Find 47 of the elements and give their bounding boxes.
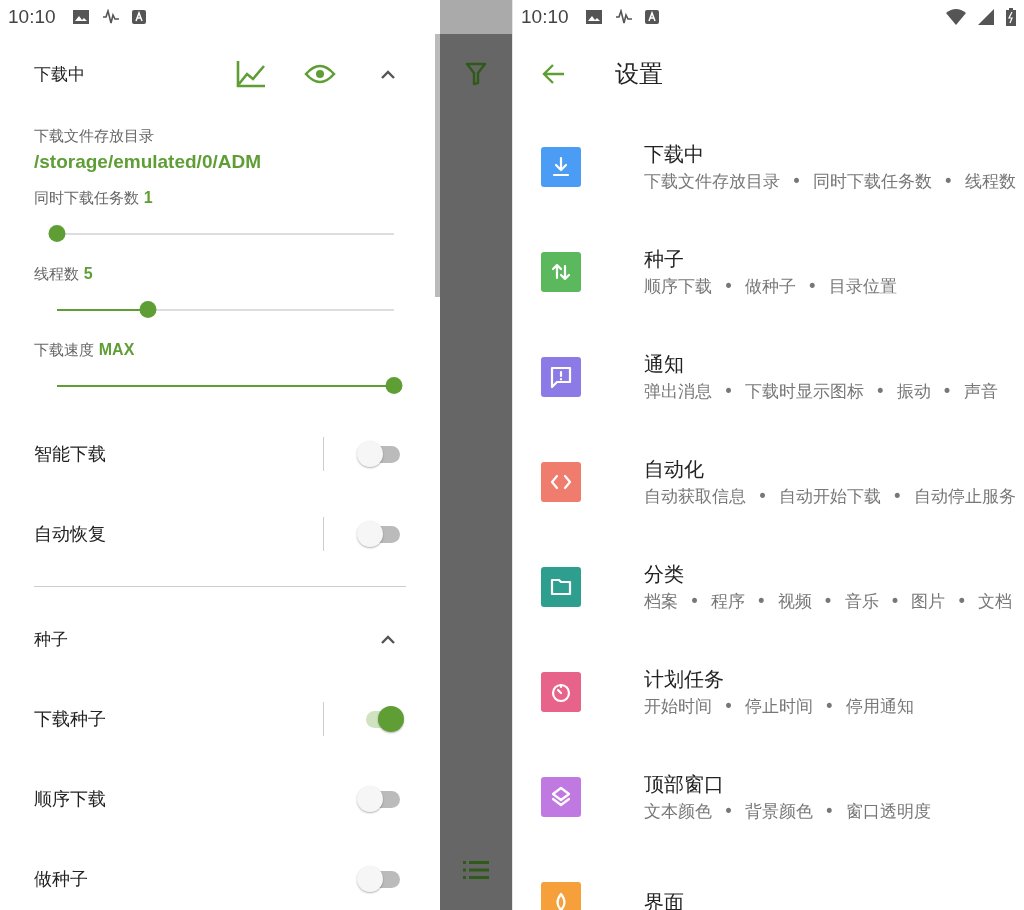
letter-icon: [131, 10, 146, 24]
settings-category-title[interactable]: 顶部窗口: [644, 769, 724, 798]
pulse-icon: [614, 9, 633, 25]
collapse-chevron-icon[interactable]: [380, 634, 396, 644]
chart-icon[interactable]: [236, 60, 266, 88]
setting-value: MAX: [98, 341, 135, 358]
signal-icon: [978, 9, 994, 25]
settings-category-summary: 文本颜色 • 背景颜色 • 窗口透明度: [644, 799, 932, 823]
image-icon: [71, 9, 90, 25]
settings-category-summary: 自动获取信息 • 自动开始下载 • 自动停止服务: [644, 484, 1017, 508]
status-time: 10:10: [8, 6, 56, 28]
letter-icon: [644, 10, 659, 24]
collapse-chevron-icon[interactable]: [380, 69, 396, 79]
status-time: 10:10: [521, 6, 569, 28]
settings-category-title[interactable]: 计划任务: [644, 664, 724, 693]
settings-category-summary: 顺序下载 • 做种子 • 目录位置: [644, 274, 898, 298]
settings-category-summary: 下载文件存放目录 • 同时下载任务数 • 线程数: [644, 169, 1017, 193]
settings-category-summary: 弹出消息 • 下载时显示图标 • 振动 • 声音: [644, 379, 999, 403]
setting-label: 智能下载: [34, 442, 107, 466]
setting-value: 1: [143, 189, 153, 206]
eye-icon[interactable]: [304, 64, 336, 84]
settings-category-title[interactable]: 分类: [644, 559, 684, 588]
battery-icon: [1006, 8, 1016, 26]
setting-label: 下载种子: [34, 707, 107, 731]
settings-category-title[interactable]: 种子: [644, 244, 684, 273]
setting-label: 自动恢复: [34, 522, 107, 546]
back-arrow-icon[interactable]: [541, 63, 565, 85]
setting-label: 下载速度: [34, 341, 94, 359]
status-bar-strip: [440, 0, 512, 34]
pulse-icon: [101, 9, 120, 25]
scrollbar[interactable]: [435, 34, 440, 297]
section-title: 下载中: [34, 62, 86, 86]
settings-category-title[interactable]: 通知: [644, 349, 684, 378]
page-title: 设置: [615, 59, 663, 90]
setting-value: 5: [83, 265, 93, 282]
setting-label: 同时下载任务数: [34, 189, 139, 207]
settings-category-title[interactable]: 自动化: [644, 454, 704, 483]
setting-label: 顺序下载: [34, 787, 107, 811]
section-title: 种子: [34, 627, 69, 651]
wifi-icon: [946, 9, 966, 25]
image-icon: [584, 9, 603, 25]
settings-category-summary: 档案 • 程序 • 视频 • 音乐 • 图片 • 文档: [644, 589, 1014, 613]
setting-label: 做种子: [34, 867, 89, 891]
setting-label: 线程数: [34, 265, 79, 283]
settings-category-summary: 开始时间 • 停止时间 • 停用通知: [644, 694, 915, 718]
settings-category-title[interactable]: 下载中: [644, 139, 704, 168]
setting-label: 下载文件存放目录: [34, 126, 154, 147]
